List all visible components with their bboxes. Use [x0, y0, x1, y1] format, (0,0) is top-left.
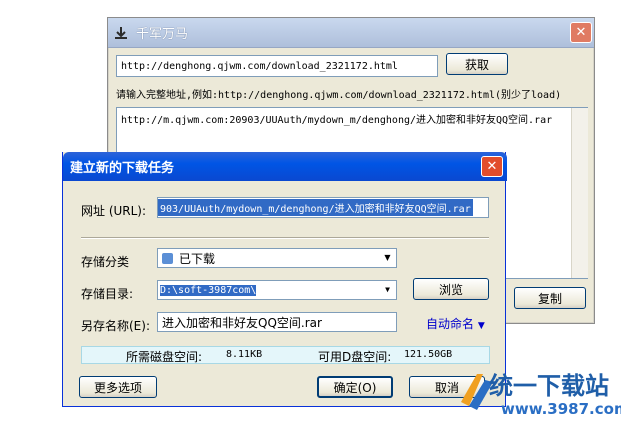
chevron-down-icon: ▼ — [384, 253, 391, 262]
copy-button[interactable]: 复制 — [514, 287, 586, 309]
browse-button[interactable]: 浏览 — [413, 278, 489, 300]
dir-label: 存储目录: — [81, 287, 134, 301]
url-field[interactable]: 903/UUAuth/mydown_m/denghong/进入加密和非好友QQ空… — [157, 197, 489, 218]
chevron-down-icon: ▼ — [385, 285, 390, 294]
close-icon: ✕ — [486, 159, 498, 174]
more-options-button[interactable]: 更多选项 — [79, 376, 157, 398]
dropdown-arrow-icon: ▼ — [477, 321, 485, 331]
category-value: 已下载 — [179, 251, 216, 266]
dialog-titlebar: 建立新的下载任务 — [63, 152, 507, 181]
disk-info-bar: 所需磁盘空间: 8.11KB 可用D盘空间: 121.50GB — [81, 346, 490, 364]
category-select[interactable]: 已下载 ▼ — [157, 248, 397, 268]
url-label: 网址 (URL): — [81, 204, 147, 218]
watermark-brand: 统一下载站 — [489, 372, 609, 400]
separator — [81, 237, 489, 239]
close-icon: ✕ — [575, 25, 587, 40]
auto-name-text: 自动命名 — [426, 317, 475, 331]
bg-window-title: 千军万马 — [136, 27, 189, 42]
watermark: 统一下载站 www.3987.com — [455, 362, 621, 426]
bg-window-titlebar: 千军万马 — [108, 18, 594, 48]
download-icon — [115, 26, 127, 39]
disk-free-value: 121.50GB — [404, 349, 453, 360]
category-label: 存储分类 — [81, 255, 130, 269]
dir-select[interactable]: D:\soft-3987com\ ▼ — [157, 280, 397, 300]
new-download-dialog: 建立新的下载任务 ✕ 网址 (URL): 903/UUAuth/mydown_m… — [62, 152, 507, 407]
bg-hint-text: 请输入完整地址,例如:http://denghong.qjwm.com/down… — [116, 90, 562, 101]
category-folder-icon — [162, 252, 173, 264]
auto-name-link[interactable]: 自动命名 ▼ — [426, 315, 485, 332]
dir-value: D:\soft-3987com\ — [160, 284, 257, 296]
dialog-title: 建立新的下载任务 — [70, 161, 175, 176]
fetch-button[interactable]: 获取 — [446, 53, 508, 75]
bg-url-input[interactable]: http://denghong.qjwm.com/download_232117… — [116, 55, 438, 77]
saveas-field[interactable]: 进入加密和非好友QQ空间.rar — [157, 312, 397, 332]
bg-textarea-scrollbar[interactable] — [571, 108, 588, 278]
watermark-url: www.3987.com — [501, 400, 621, 418]
bg-window-close-button[interactable]: ✕ — [570, 22, 592, 43]
url-field-selected-text: 903/UUAuth/mydown_m/denghong/进入加密和非好友QQ空… — [158, 199, 473, 216]
saveas-label: 另存名称(E): — [81, 319, 150, 333]
disk-needed-value: 8.11KB — [226, 349, 263, 360]
ok-button[interactable]: 确定(O) — [317, 376, 393, 398]
disk-needed-label: 所需磁盘空间: — [126, 350, 203, 364]
dialog-close-button[interactable]: ✕ — [481, 156, 503, 177]
bg-result-text: http://m.qjwm.com:20903/UUAuth/mydown_m/… — [121, 115, 553, 126]
disk-free-label: 可用D盘空间: — [318, 350, 392, 364]
